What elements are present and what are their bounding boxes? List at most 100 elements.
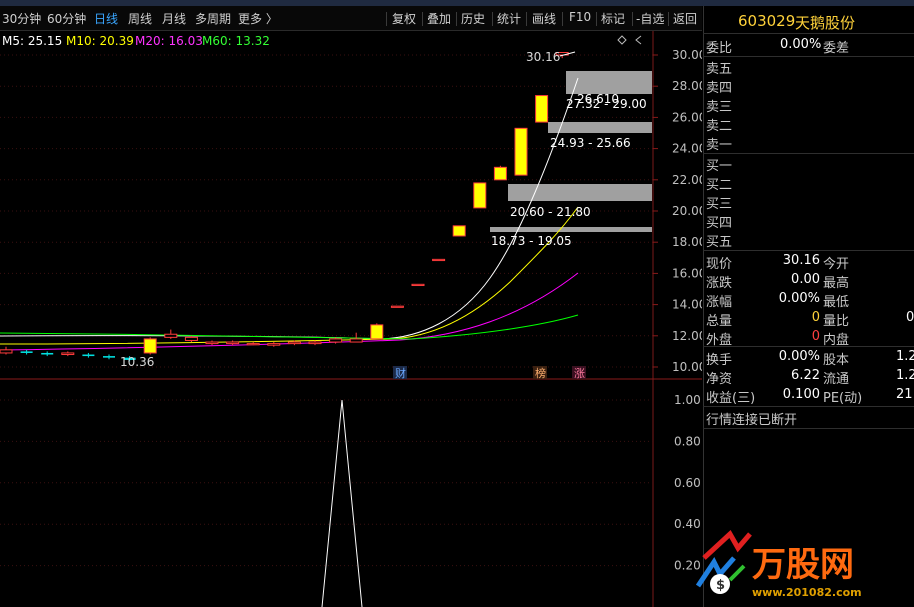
candle-body [452, 225, 466, 237]
ma20-line [0, 272, 579, 351]
quote-label: 总量 [706, 314, 733, 329]
stat-value: 0.100 [782, 387, 820, 402]
sell1-label: 卖一 [706, 138, 733, 153]
watermark-brand: 万股网 [752, 545, 854, 585]
price-tick-label: 18.00 [672, 235, 702, 249]
candle-body [143, 338, 157, 354]
price-tick-label: 26.00 [672, 110, 702, 124]
quote-label-2: 今开 [823, 257, 850, 272]
buy3-label: 买三 [706, 197, 733, 212]
price-tick-label: 16.00 [672, 266, 702, 280]
chevron-left-icon [635, 35, 642, 45]
sell2-label: 卖二 [706, 119, 733, 134]
stat-value: 0.00% [778, 349, 820, 364]
period-monthly[interactable]: 月线 [162, 10, 186, 27]
gap-zone-4 [490, 227, 652, 232]
quote-value: 0.00% [778, 291, 820, 306]
buy5-label: 买五 [706, 235, 733, 250]
stat-value-2: 21 [896, 387, 913, 402]
price-axis: 30.00 28.00 26.00 24.00 22.00 20.00 18.00 16.00… [653, 48, 702, 374]
volume-tick-label: 0.80 [674, 434, 701, 448]
volume-tick-label: 1.00 [674, 393, 701, 407]
tool-tongji[interactable]: 统计 [497, 10, 521, 27]
candle-body [164, 333, 178, 338]
candle-body [287, 341, 301, 345]
kline-chart[interactable]: 30.00 28.00 26.00 24.00 22.00 20.00 18.00 16.00… [0, 31, 702, 607]
event-marker-bang-text[interactable]: 榜 [535, 366, 546, 380]
low-label: 10.36 [120, 355, 154, 369]
watermark-logo: $ 万股网 www.201082.com [695, 530, 862, 599]
price-tick-label: 30.00 [672, 48, 702, 62]
price-tick-label: 10.00 [672, 360, 702, 374]
stat-value-2: 1.2 [896, 368, 914, 383]
gap-zone-1 [566, 71, 652, 94]
quote-label: 涨跌 [706, 276, 733, 291]
candle-body [246, 343, 260, 346]
quote-label-2: 最高 [823, 276, 850, 291]
stat-value: 6.22 [791, 368, 820, 383]
svg-text:$: $ [716, 578, 725, 593]
tool-biaoji[interactable]: 标记 [601, 10, 625, 27]
period-daily[interactable]: 日线 [94, 10, 118, 27]
weibi-label: 委比 [706, 41, 733, 56]
ma10-legend: M10: 20.39 [66, 34, 134, 48]
stat-label: 换手 [706, 353, 733, 368]
candle-body [226, 341, 240, 345]
period-60min[interactable]: 60分钟 [47, 10, 86, 27]
period-weekly[interactable]: 周线 [128, 10, 152, 27]
event-marker-cai-text[interactable]: 财 [395, 366, 406, 380]
gap4-label: 18.73 - 19.05 [491, 234, 572, 248]
candle-body [205, 341, 219, 345]
price-tick-label: 12.00 [672, 329, 702, 343]
period-30min[interactable]: 30分钟 [2, 10, 41, 27]
candle-body [103, 356, 115, 358]
gap-zone-2 [548, 122, 652, 133]
tool-huaxian[interactable]: 画线 [532, 10, 556, 27]
period-multi[interactable]: 多周期 [195, 10, 231, 27]
weibi-value: 0.00% [780, 37, 822, 52]
candle-body [432, 258, 446, 262]
gap1-price-label: 26.610 [577, 92, 619, 106]
quote-label: 涨幅 [706, 295, 733, 310]
weicha-label: 委差 [823, 41, 850, 56]
candle-body [493, 166, 507, 181]
diamond-icon [617, 35, 627, 45]
buy1-label: 买一 [706, 159, 733, 174]
tool-fuquan[interactable]: 复权 [392, 10, 416, 27]
price-tick-label: 28.00 [672, 79, 702, 93]
candle-body [61, 352, 75, 356]
quote-panel [703, 6, 914, 607]
stock-name: 天鹅股份 [795, 14, 856, 32]
candle-body [82, 354, 95, 357]
tool-diejia[interactable]: 叠加 [427, 10, 451, 27]
candle-body [184, 336, 198, 341]
sell5-label: 卖五 [706, 62, 733, 77]
candle-body [41, 352, 54, 355]
logo-arrow-icon [702, 530, 752, 560]
tool-fanhui[interactable]: 返回 [673, 10, 697, 27]
candle-body [267, 343, 281, 346]
candle-body [535, 95, 549, 123]
candle-body [370, 324, 384, 340]
sell4-label: 卖四 [706, 81, 733, 96]
quote-value: 0 [811, 310, 820, 325]
volume-tick-label: 0.60 [674, 476, 701, 490]
tool-f10[interactable]: F10 [569, 10, 591, 24]
stock-code: 603029 [738, 12, 796, 30]
high-label: 30.16 [526, 50, 560, 64]
tool-zixuan[interactable]: -自选 [636, 10, 664, 27]
price-tick-label: 20.00 [672, 204, 702, 218]
candles [0, 52, 569, 362]
quote-value-2: 0 [906, 310, 914, 325]
gap3-label: 20.60 - 21.80 [510, 205, 591, 219]
quote-value: 0.00 [791, 272, 820, 287]
stat-value-2: 1.2 [896, 349, 914, 364]
ma20-legend: M20: 16.03 [135, 34, 203, 48]
tool-lishi[interactable]: 历史 [461, 10, 485, 27]
candle-body [20, 351, 33, 353]
event-marker-zhang-text[interactable]: 涨 [574, 367, 585, 380]
period-more[interactable]: 更多 〉 [238, 10, 278, 27]
candle-body [349, 338, 363, 343]
candle-body [390, 305, 404, 308]
quote-label-2: 最低 [823, 295, 850, 310]
